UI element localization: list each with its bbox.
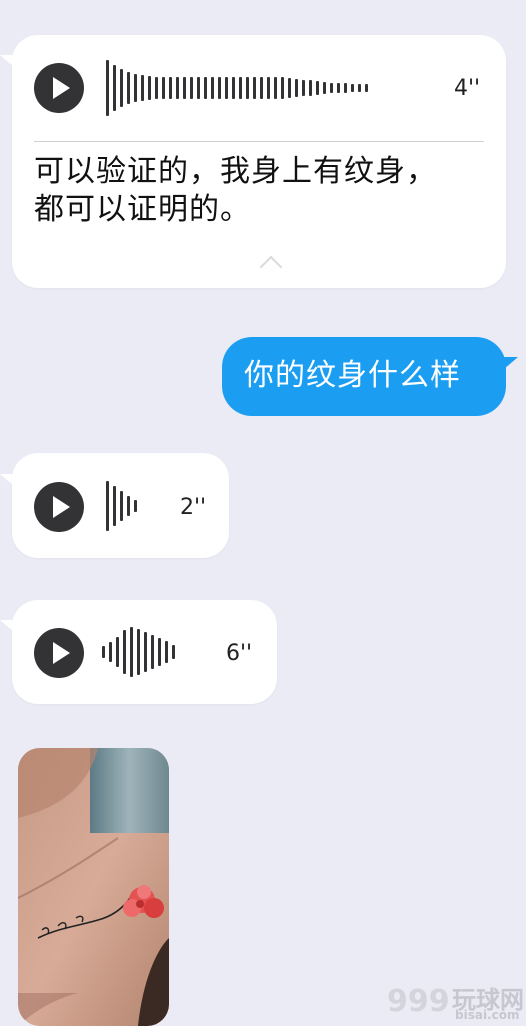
play-icon[interactable] <box>34 628 84 678</box>
play-icon[interactable] <box>34 63 84 113</box>
voice-duration: 6'' <box>226 641 253 666</box>
transcript-divider <box>34 141 484 142</box>
voice-transcript: 可以验证的，我身上有纹身， 都可以证明的。 <box>34 153 494 229</box>
outgoing-bubble-tail <box>504 357 518 369</box>
collapse-chevron-icon[interactable] <box>259 255 283 279</box>
watermark-en: bisai.com <box>455 1008 520 1022</box>
voice-duration: 4'' <box>454 76 481 101</box>
watermark-number: 999 <box>387 984 450 1019</box>
transcript-line: 可以验证的，我身上有纹身， <box>34 154 437 189</box>
message-text: 你的纹身什么样 <box>244 358 461 393</box>
voice-message-bubble[interactable]: 6'' <box>12 600 277 704</box>
waveform-icon <box>106 480 141 532</box>
voice-duration: 2'' <box>180 495 207 520</box>
tattoo-shoulder-photo[interactable] <box>18 748 169 1026</box>
transcript-line: 都可以证明的。 <box>34 192 251 227</box>
voice-message-bubble[interactable]: 2'' <box>12 453 229 558</box>
outgoing-message-bubble[interactable]: 你的纹身什么样 <box>222 337 506 416</box>
waveform-icon <box>102 626 179 678</box>
voice-message-bubble[interactable]: 4'' 可以验证的，我身上有纹身， 都可以证明的。 <box>12 35 506 288</box>
waveform-icon <box>106 59 372 117</box>
play-icon[interactable] <box>34 482 84 532</box>
